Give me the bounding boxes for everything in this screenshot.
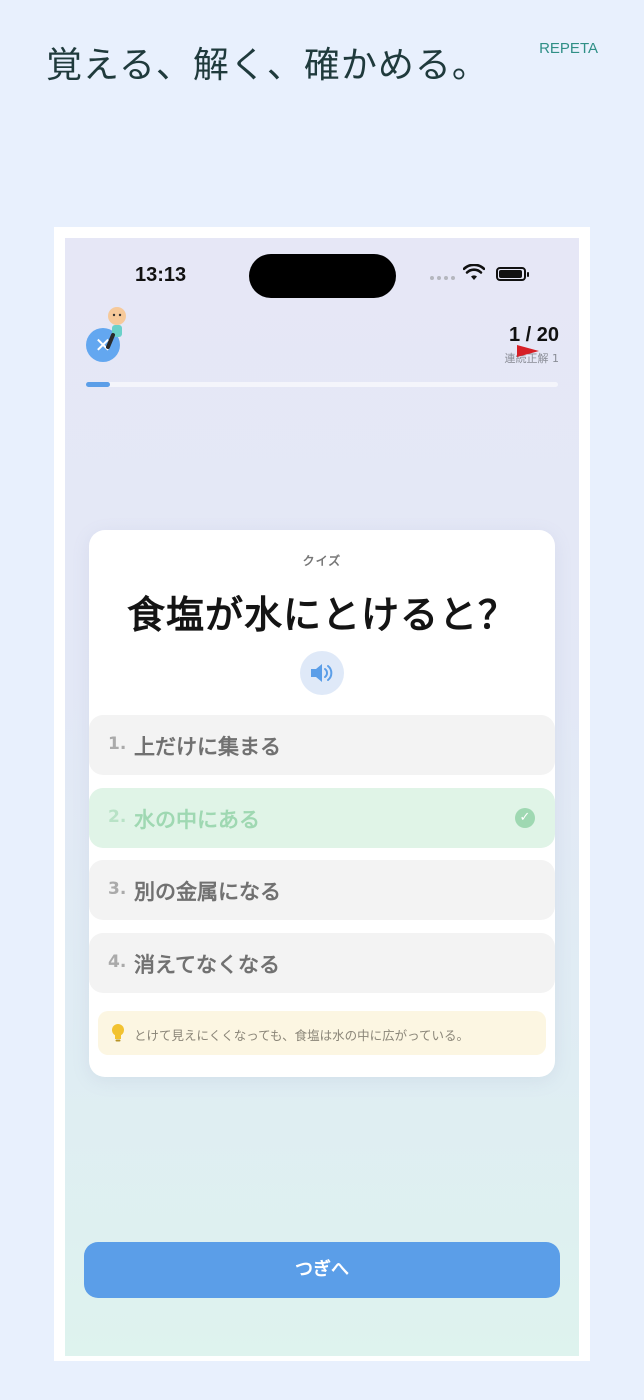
choice-text: 別の金属になる (134, 880, 281, 904)
speaker-icon (311, 664, 333, 682)
status-time: 13:13 (135, 264, 187, 286)
page-headline: 覚える、解く、確かめる。 (46, 45, 489, 86)
hint-text: とけて見えにくくなっても、食塩は水の中に広がっている。 (134, 1028, 470, 1043)
choice-number: 3. (108, 879, 127, 899)
lightbulb-icon (112, 1024, 124, 1042)
phone-frame: 13:13 ✕ 1 / 20 連続正解 1 クイズ 食塩が水にとけると？ 1. … (54, 227, 590, 1361)
cellular-signal-icon (430, 276, 455, 280)
card-label: クイズ (302, 554, 342, 568)
battery-icon (496, 267, 529, 281)
choice-text: 消えてなくなる (134, 953, 280, 977)
hint-box: とけて見えにくくなっても、食塩は水の中に広がっている。 (98, 1011, 546, 1055)
brand-logo: REPETA (539, 40, 598, 57)
progress-fill (86, 382, 110, 387)
choice-text: 水の中にある (134, 808, 260, 832)
choice-number: 4. (108, 952, 127, 972)
quiz-card: クイズ 食塩が水にとけると？ 1. 上だけに集まる 2. 水の中にある ✓ 3. (89, 530, 555, 1077)
dynamic-island (249, 254, 396, 298)
checkmark-icon: ✓ (515, 808, 535, 828)
question-text: 食塩が水にとけると？ (126, 593, 517, 637)
choice-1[interactable]: 1. 上だけに集まる (89, 715, 555, 775)
choice-number: 1. (108, 734, 127, 754)
phone-screen: 13:13 ✕ 1 / 20 連続正解 1 クイズ 食塩が水にとけると？ 1. … (65, 238, 579, 1356)
choice-3[interactable]: 3. 別の金属になる (89, 860, 555, 920)
choice-2[interactable]: 2. 水の中にある ✓ (89, 788, 555, 848)
choice-text: 上だけに集まる (134, 735, 281, 759)
wifi-icon (463, 264, 485, 280)
next-button[interactable]: つぎへ (84, 1242, 560, 1298)
flag-icon (517, 345, 539, 357)
speaker-button[interactable] (300, 651, 344, 695)
choice-number: 2. (108, 807, 127, 827)
choice-4[interactable]: 4. 消えてなくなる (89, 933, 555, 993)
progress-bar (86, 382, 558, 387)
mascot-character-icon (106, 307, 126, 349)
